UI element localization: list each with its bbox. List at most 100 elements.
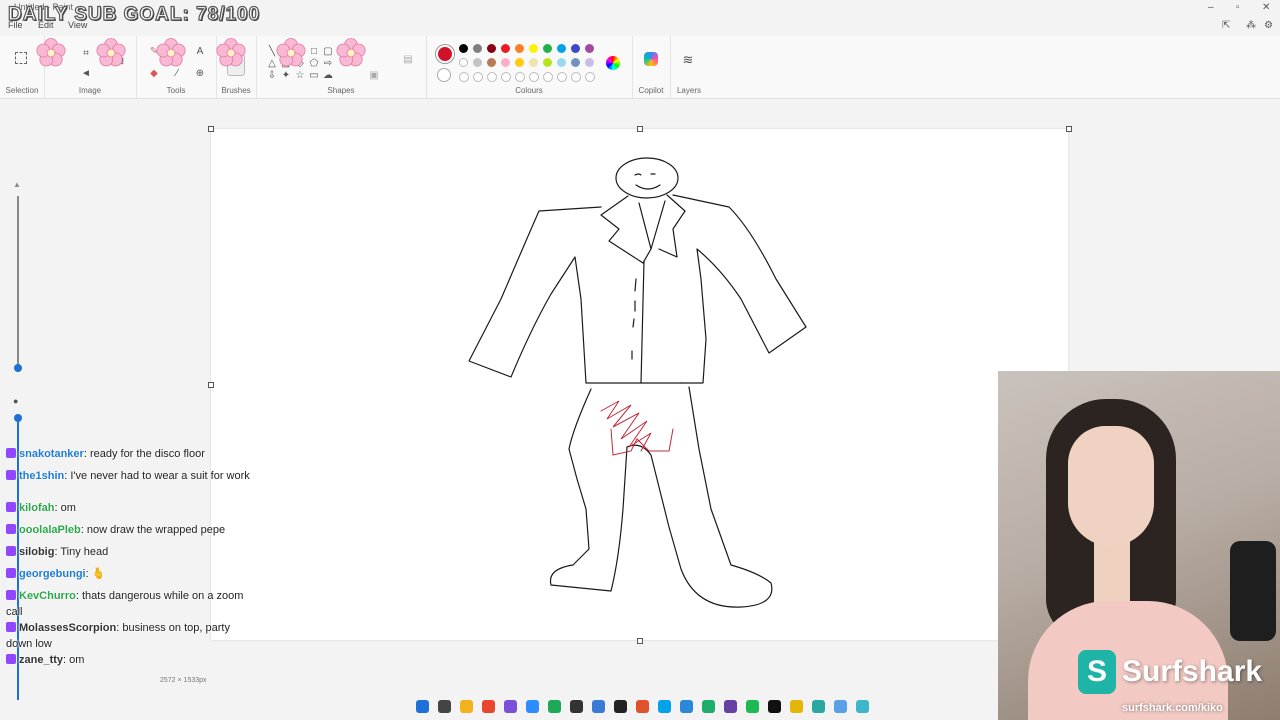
taskbar-app-icon[interactable] <box>790 700 803 713</box>
taskbar-app-icon[interactable] <box>834 700 847 713</box>
secondary-colour-swatch[interactable] <box>437 68 451 82</box>
maximize-button[interactable]: ▫ <box>1236 2 1240 13</box>
resize-handle-tr[interactable] <box>1066 126 1072 132</box>
custom-colour-slot[interactable] <box>585 72 595 82</box>
fill-icon[interactable]: ▤ <box>402 54 414 66</box>
share-icon[interactable]: ⇱ <box>1222 20 1230 31</box>
zoom-thumb[interactable] <box>14 364 22 372</box>
sub-badge-icon <box>6 622 16 632</box>
colour-swatch[interactable] <box>487 44 496 53</box>
copilot-icon[interactable] <box>644 52 658 66</box>
lock-icon[interactable]: ● <box>13 396 18 406</box>
group-tools-label: Tools <box>166 86 186 95</box>
taskbar-app-icon[interactable] <box>460 700 473 713</box>
taskbar-app-icon[interactable] <box>746 700 759 713</box>
arrow-right-icon[interactable]: ⇨ <box>322 58 334 70</box>
chat-message: the1shin: I've never had to wear a suit … <box>6 468 251 484</box>
custom-colour-slot[interactable] <box>473 72 483 82</box>
taskbar-app-icon[interactable] <box>416 700 429 713</box>
resize-handle-l[interactable] <box>208 382 214 388</box>
custom-colour-slot[interactable] <box>543 72 553 82</box>
taskbar-app-icon[interactable] <box>482 700 495 713</box>
colour-swatch[interactable] <box>487 58 496 67</box>
rounded-rectangle-icon[interactable]: ▢ <box>322 46 334 58</box>
callout-icon[interactable]: ▭ <box>308 70 320 82</box>
text-icon[interactable]: A <box>194 46 206 58</box>
colour-swatch[interactable] <box>585 58 594 67</box>
colour-swatch[interactable] <box>459 58 468 67</box>
settings-icon[interactable]: ⚙ <box>1264 20 1273 31</box>
colour-swatch[interactable] <box>473 44 482 53</box>
star5-icon[interactable]: ☆ <box>294 70 306 82</box>
scroll-thumb[interactable] <box>14 414 22 422</box>
arrow-down-icon[interactable]: ⇩ <box>266 70 278 82</box>
rotate-icon[interactable]: ◄ <box>80 68 92 80</box>
star4-icon[interactable]: ✦ <box>280 70 292 82</box>
colour-swatch[interactable] <box>571 58 580 67</box>
resize-handle-b[interactable] <box>637 638 643 644</box>
colour-swatch[interactable] <box>529 44 538 53</box>
custom-colour-slot[interactable] <box>557 72 567 82</box>
colour-swatch[interactable] <box>543 58 552 67</box>
select-icon[interactable] <box>15 52 27 64</box>
taskbar-app-icon[interactable] <box>680 700 693 713</box>
drawing-canvas[interactable] <box>208 126 1072 644</box>
taskbar-app-icon[interactable] <box>548 700 561 713</box>
magnifier-icon[interactable]: ⊕ <box>194 68 206 80</box>
colour-swatch[interactable] <box>515 44 524 53</box>
colour-swatch[interactable] <box>501 44 510 53</box>
colour-swatch[interactable] <box>585 44 594 53</box>
taskbar-app-icon[interactable] <box>592 700 605 713</box>
colour-swatch[interactable] <box>529 58 538 67</box>
zoom-in-icon[interactable]: ▲ <box>13 180 21 189</box>
crop-icon[interactable]: ⌗ <box>80 48 92 60</box>
custom-colour-slot[interactable] <box>487 72 497 82</box>
custom-colour-slot[interactable] <box>515 72 525 82</box>
colour-swatch[interactable] <box>473 58 482 67</box>
resize-handle-t[interactable] <box>637 126 643 132</box>
color-picker-icon[interactable]: ⁄ <box>171 68 183 80</box>
taskbar-app-icon[interactable] <box>768 700 781 713</box>
taskbar-app-icon[interactable] <box>724 700 737 713</box>
primary-colour-swatch[interactable] <box>436 45 454 63</box>
layers-icon[interactable]: ≋ <box>682 53 694 66</box>
taskbar-app-icon[interactable] <box>812 700 825 713</box>
eraser-icon[interactable]: ◆ <box>148 68 160 80</box>
outline-icon[interactable]: ▣ <box>368 70 380 82</box>
taskbar-app-icon[interactable] <box>658 700 671 713</box>
colour-swatch[interactable] <box>557 44 566 53</box>
pentagon-icon[interactable]: ⬠ <box>308 58 320 70</box>
taskbar-app-icon[interactable] <box>702 700 715 713</box>
custom-colour-slot[interactable] <box>501 72 511 82</box>
flower-icon <box>36 38 66 67</box>
custom-colour-slot[interactable] <box>571 72 581 82</box>
taskbar-app-icon[interactable] <box>856 700 869 713</box>
colour-swatch[interactable] <box>571 44 580 53</box>
custom-colour-slot[interactable] <box>459 72 469 82</box>
taskbar-app-icon[interactable] <box>526 700 539 713</box>
resize-handle-tl[interactable] <box>208 126 214 132</box>
taskbar-app-icon[interactable] <box>570 700 583 713</box>
taskbar-app-icon[interactable] <box>614 700 627 713</box>
colour-swatch[interactable] <box>557 58 566 67</box>
minimize-button[interactable]: – <box>1208 2 1214 13</box>
taskbar-app-icon[interactable] <box>504 700 517 713</box>
zoom-slider[interactable]: ▲ ● <box>12 180 24 700</box>
streamer-face <box>1068 426 1154 546</box>
taskbar-app-icon[interactable] <box>438 700 451 713</box>
sub-badge-icon <box>6 546 16 556</box>
cloud-icon[interactable]: ☁ <box>322 70 334 82</box>
edit-colours-icon[interactable] <box>606 56 620 70</box>
colour-swatch[interactable] <box>501 58 510 67</box>
custom-colour-slot[interactable] <box>529 72 539 82</box>
rectangle-icon[interactable]: □ <box>308 46 320 58</box>
colour-swatch[interactable] <box>543 44 552 53</box>
colour-swatch[interactable] <box>515 58 524 67</box>
close-button[interactable]: ✕ <box>1262 2 1270 13</box>
notification-icon[interactable]: ⁂ <box>1246 20 1256 31</box>
sub-badge-icon <box>6 590 16 600</box>
colour-swatch[interactable] <box>459 44 468 53</box>
chat-overlay: snakotanker: ready for the disco floor th… <box>0 446 255 720</box>
chat-username: KevChurro <box>19 590 76 602</box>
taskbar-app-icon[interactable] <box>636 700 649 713</box>
